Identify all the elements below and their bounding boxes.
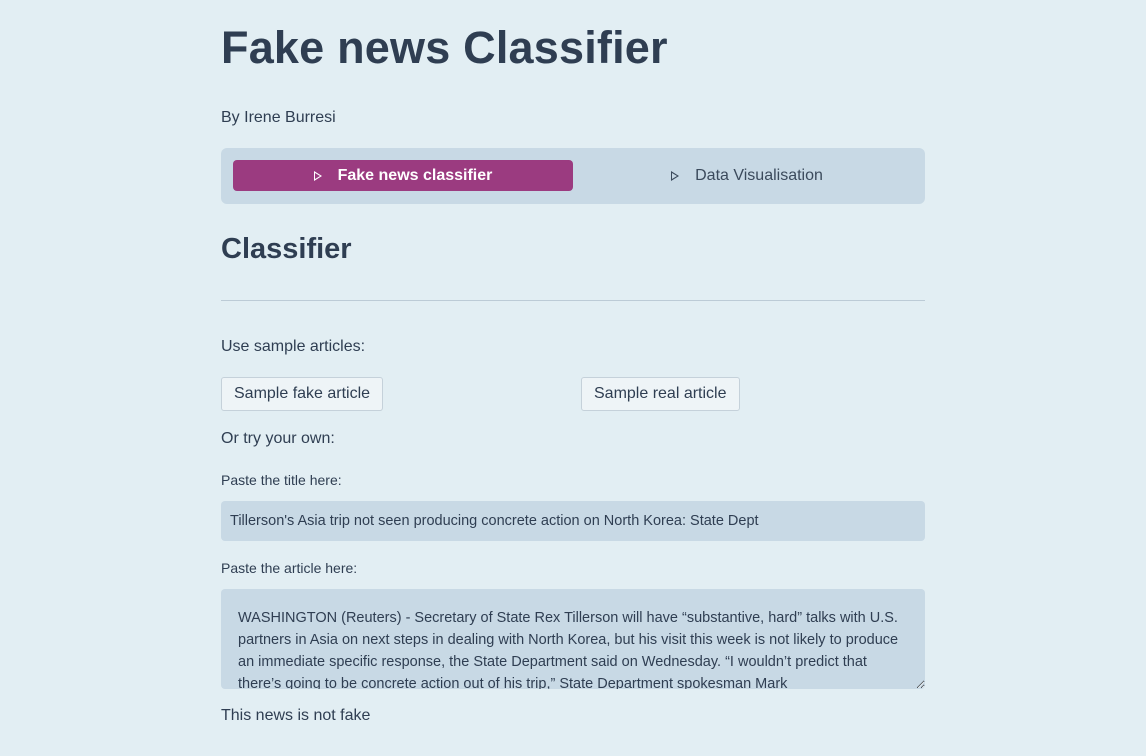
title-field-label: Paste the title here: <box>221 472 342 488</box>
sample-articles-label: Use sample articles: <box>221 338 366 355</box>
title-input[interactable] <box>221 501 925 541</box>
sample-fake-article-button[interactable]: Sample fake article <box>221 377 384 411</box>
author-byline: By Irene Burresi <box>221 109 336 126</box>
article-field-label: Paste the article here: <box>221 560 358 576</box>
play-outline-icon <box>671 170 680 181</box>
divider <box>221 300 925 301</box>
sample-real-article-button[interactable]: Sample real article <box>581 377 740 411</box>
tab-label: Data Visualisation <box>695 166 823 184</box>
own-article-label: Or try your own: <box>221 430 335 447</box>
tab-fake-news-classifier[interactable]: Fake news classifier <box>233 160 573 191</box>
article-textarea[interactable]: WASHINGTON (Reuters) - Secretary of Stat… <box>221 589 925 689</box>
tab-label: Fake news classifier <box>337 166 493 184</box>
play-outline-icon <box>313 170 322 181</box>
section-heading: Classifier <box>221 233 352 265</box>
page-title: Fake news Classifier <box>221 22 668 73</box>
tab-bar: Fake news classifier Data Visualisation <box>221 148 925 204</box>
tab-data-visualisation[interactable]: Data Visualisation <box>577 160 917 191</box>
classification-result: This news is not fake <box>221 707 371 724</box>
